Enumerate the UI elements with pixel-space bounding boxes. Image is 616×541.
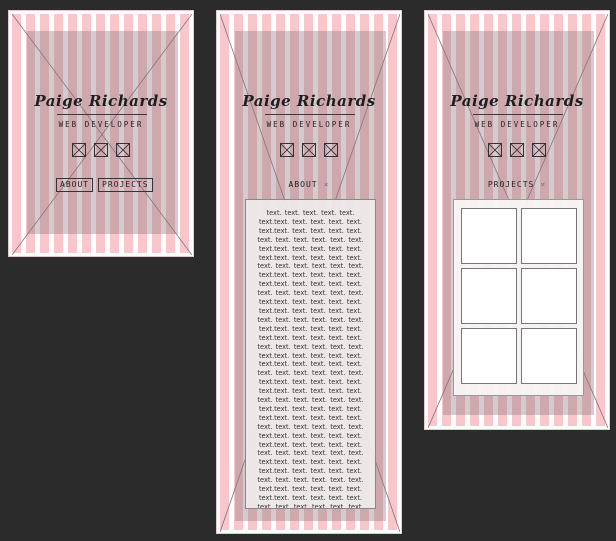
title-divider (57, 114, 147, 115)
site-title: Paige Richards (450, 92, 584, 110)
placeholder-image-icon[interactable] (302, 143, 316, 157)
site-role: WEB DEVELOPER (266, 120, 352, 129)
mockup-home: Paige Richards WEB DEVELOPER ABOUT PROJE… (8, 10, 194, 257)
site-role: WEB DEVELOPER (474, 120, 560, 129)
title-divider (473, 114, 563, 115)
project-tile[interactable] (461, 268, 517, 324)
social-icons (217, 143, 401, 157)
projects-heading-label: PROJECTS (487, 180, 535, 189)
site-role: WEB DEVELOPER (58, 120, 144, 129)
placeholder-image-icon[interactable] (324, 143, 338, 157)
about-text-box: text. text. text. text. text. text.text.… (245, 199, 376, 509)
mockup-about: Paige Richards WEB DEVELOPER ABOUT × text… (216, 10, 402, 534)
project-tile[interactable] (521, 208, 577, 264)
project-tile[interactable] (461, 328, 517, 384)
social-icons (425, 143, 609, 157)
placeholder-image-icon[interactable] (488, 143, 502, 157)
about-heading-label: ABOUT (288, 180, 318, 189)
about-heading: ABOUT × (217, 180, 401, 189)
close-icon[interactable]: × (324, 180, 330, 189)
placeholder-image-icon[interactable] (532, 143, 546, 157)
close-icon[interactable]: × (540, 180, 546, 189)
placeholder-image-icon[interactable] (94, 143, 108, 157)
project-tile[interactable] (521, 268, 577, 324)
project-tile[interactable] (461, 208, 517, 264)
about-text: text. text. text. text. text. text.text.… (257, 209, 364, 509)
site-title: Paige Richards (34, 92, 168, 110)
site-title: Paige Richards (242, 92, 376, 110)
placeholder-image-icon[interactable] (72, 143, 86, 157)
projects-grid (453, 199, 584, 396)
title-divider (265, 114, 355, 115)
social-icons (9, 143, 193, 157)
about-button[interactable]: ABOUT (56, 178, 94, 192)
placeholder-image-icon[interactable] (116, 143, 130, 157)
project-tile[interactable] (521, 328, 577, 384)
projects-button[interactable]: PROJECTS (98, 178, 153, 192)
placeholder-image-icon[interactable] (510, 143, 524, 157)
content-panel (27, 31, 178, 234)
mockup-projects: Paige Richards WEB DEVELOPER PROJECTS × (424, 10, 610, 430)
projects-heading: PROJECTS × (425, 180, 609, 189)
placeholder-image-icon[interactable] (280, 143, 294, 157)
